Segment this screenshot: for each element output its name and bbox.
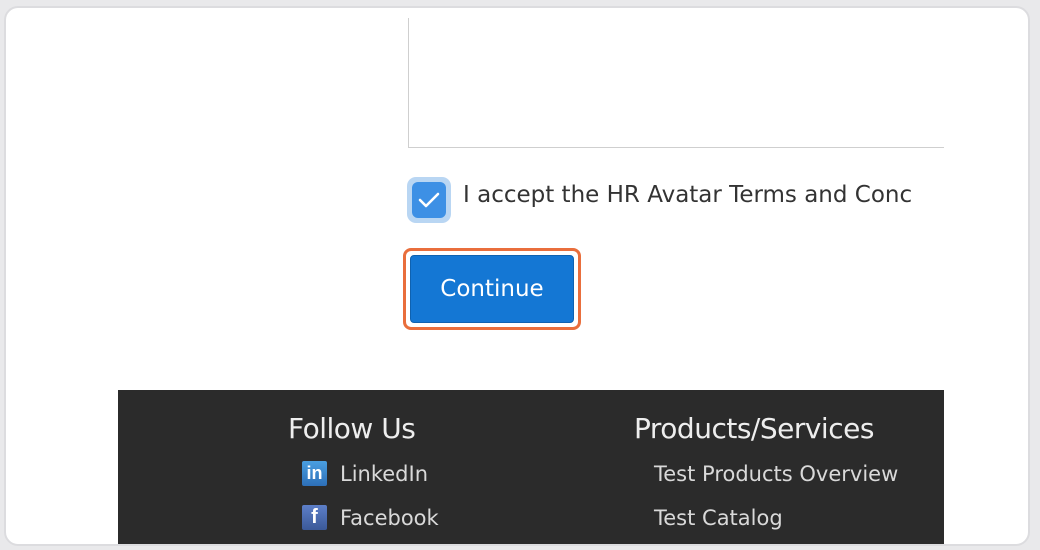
continue-button[interactable]: Continue	[410, 255, 574, 323]
terms-checkbox[interactable]	[412, 182, 446, 218]
terms-label[interactable]: I accept the HR Avatar Terms and Conc	[463, 182, 912, 208]
linkedin-icon[interactable]: in	[302, 461, 327, 486]
comments-textarea[interactable]	[408, 18, 944, 148]
facebook-link[interactable]: Facebook	[340, 506, 439, 530]
screenshot-frame: I accept the HR Avatar Terms and Conc Co…	[4, 6, 1030, 546]
follow-us-heading: Follow Us	[288, 412, 416, 445]
site-footer: Follow Us in LinkedIn f Facebook Product…	[118, 390, 944, 544]
checkmark-icon	[418, 192, 440, 208]
products-services-heading: Products/Services	[634, 412, 874, 445]
test-catalog-link[interactable]: Test Catalog	[654, 506, 783, 530]
linkedin-link[interactable]: LinkedIn	[340, 462, 428, 486]
page-viewport: I accept the HR Avatar Terms and Conc Co…	[118, 18, 944, 544]
facebook-icon[interactable]: f	[302, 505, 327, 530]
test-products-overview-link[interactable]: Test Products Overview	[654, 462, 898, 486]
